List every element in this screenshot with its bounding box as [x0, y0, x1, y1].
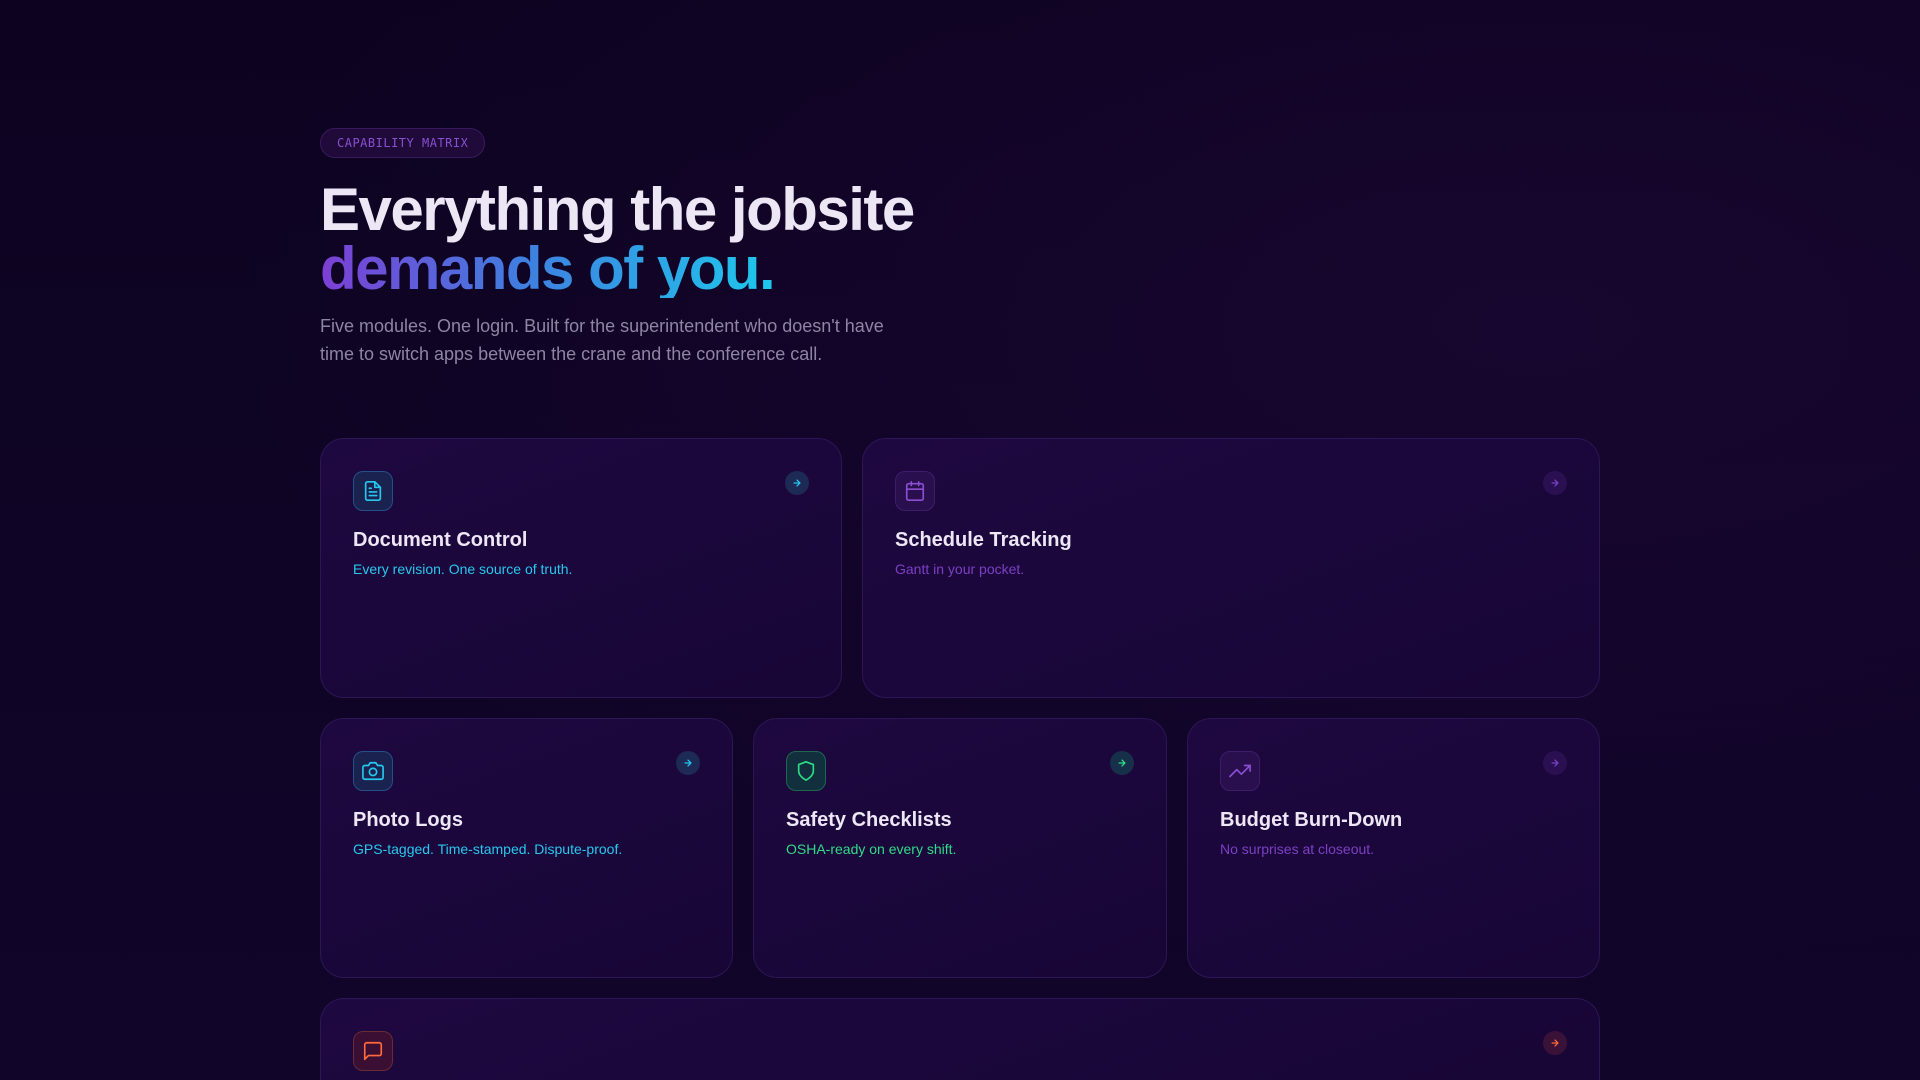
- module-card-document-control[interactable]: Document Control Every revision. One sou…: [320, 438, 842, 698]
- message-icon: [353, 1031, 393, 1071]
- document-icon: [353, 471, 393, 511]
- module-card-messaging[interactable]: [320, 998, 1600, 1080]
- module-subtitle: OSHA-ready on every shift.: [786, 841, 957, 857]
- arrow-right-icon[interactable]: [1543, 751, 1567, 775]
- shield-icon: [786, 751, 826, 791]
- module-card-schedule-tracking[interactable]: Schedule Tracking Gantt in your pocket.: [862, 438, 1600, 698]
- module-subtitle: Gantt in your pocket.: [895, 561, 1025, 577]
- camera-icon: [353, 751, 393, 791]
- arrow-right-icon[interactable]: [1110, 751, 1134, 775]
- module-subtitle: Every revision. One source of truth.: [353, 561, 573, 577]
- arrow-right-icon[interactable]: [1543, 1031, 1567, 1055]
- module-subtitle: No surprises at closeout.: [1220, 841, 1375, 857]
- arrow-right-icon[interactable]: [1543, 471, 1567, 495]
- module-card-photo-logs[interactable]: Photo Logs GPS-tagged. Time-stamped. Dis…: [320, 718, 733, 978]
- module-title: Photo Logs: [353, 809, 463, 831]
- module-card-safety-checklists[interactable]: Safety Checklists OSHA-ready on every sh…: [753, 718, 1167, 978]
- capability-section: CAPABILITY MATRIX Everything the jobsite…: [320, 128, 1600, 1080]
- calendar-icon: [895, 471, 935, 511]
- lead-paragraph: Five modules. One login. Built for the s…: [320, 316, 884, 364]
- arrow-right-icon[interactable]: [676, 751, 700, 775]
- title-line-1: Everything the jobsite: [320, 176, 915, 243]
- trending-up-icon: [1220, 751, 1260, 791]
- title-line-2: demands of you.: [320, 235, 776, 302]
- module-title: Schedule Tracking: [895, 529, 1072, 551]
- arrow-right-icon[interactable]: [785, 471, 809, 495]
- module-card-budget-burn-down[interactable]: Budget Burn-Down No surprises at closeou…: [1187, 718, 1600, 978]
- eyebrow-badge: CAPABILITY MATRIX: [320, 128, 486, 158]
- page-title: Everything the jobsite demands of you.: [320, 180, 1600, 302]
- module-title: Budget Burn-Down: [1220, 809, 1403, 831]
- module-subtitle: GPS-tagged. Time-stamped. Dispute-proof.: [353, 841, 623, 857]
- module-title: Document Control: [353, 529, 528, 551]
- module-title: Safety Checklists: [786, 809, 952, 831]
